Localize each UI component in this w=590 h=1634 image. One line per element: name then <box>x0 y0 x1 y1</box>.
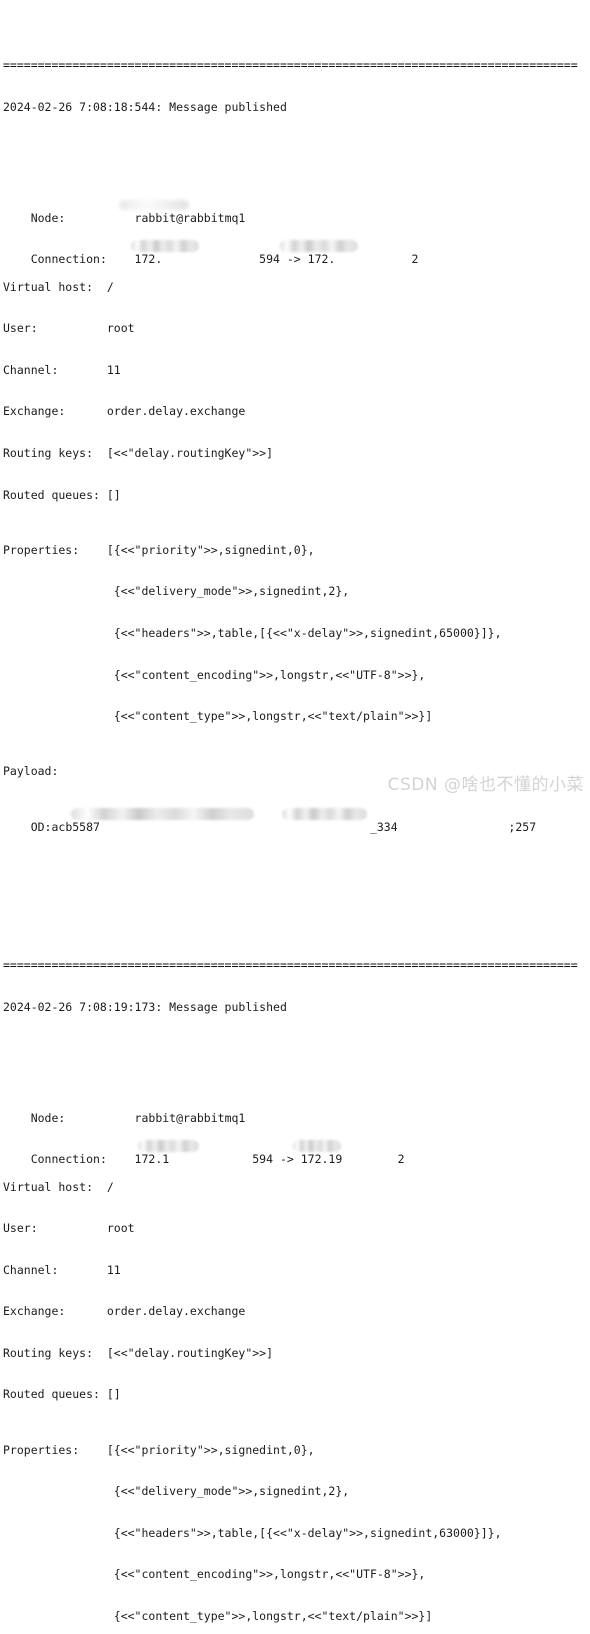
redaction-block <box>293 1140 341 1153</box>
payload-text: OD:acb5587 _334 ;257 <box>30 819 537 834</box>
properties-entry: {<<"content_encoding">>,longstr,<<"UTF-8… <box>3 667 426 682</box>
block-timestamp-header: 2024-02-26 7:08:18:544: Message publishe… <box>3 99 287 114</box>
field-virtual-host: Virtual host: / <box>3 1179 114 1194</box>
field-exchange: Exchange: order.delay.exchange <box>3 1304 246 1319</box>
redaction-block <box>71 807 254 820</box>
field-properties: Properties: [{<<"priority">>,signedint,0… <box>3 542 315 557</box>
field-node-text: Node: rabbit@rabbitmq1 <box>30 1110 246 1125</box>
field-routing-keys: Routing keys: [<<"delay.routingKey">>] <box>3 1345 274 1360</box>
field-node: Node: rabbit@rabbitmq1 <box>3 1098 587 1125</box>
field-connection-text: Connection: 172. 594 -> 172. 2 <box>30 252 419 267</box>
field-connection: Connection: 172. 594 -> 172. 2 <box>3 239 587 266</box>
redaction-block <box>131 240 199 253</box>
field-user: User: root <box>3 321 135 336</box>
field-channel: Channel: 11 <box>3 362 121 377</box>
properties-entry: {<<"delivery_mode">>,signedint,2}, <box>3 584 350 599</box>
field-routing-keys: Routing keys: [<<"delay.routingKey">>] <box>3 446 274 460</box>
block-timestamp-header: 2024-02-26 7:08:19:173: Message publishe… <box>3 999 287 1014</box>
field-properties: Properties: [{<<"priority">>,signedint,0… <box>3 1442 315 1457</box>
field-virtual-host: Virtual host: / <box>3 279 114 294</box>
field-channel: Channel: 11 <box>3 1262 121 1277</box>
block-separator: ========================================… <box>3 58 578 73</box>
redaction-block <box>138 1140 199 1153</box>
payload-value: OD:acb5587 _334 ;257 <box>3 807 587 834</box>
properties-entry: {<<"delivery_mode">>,signedint,2}, <box>3 1484 350 1499</box>
payload-label: Payload: <box>3 764 59 779</box>
properties-entry: {<<"content_type">>,longstr,<<"text/plai… <box>3 709 433 724</box>
field-node: Node: rabbit@rabbitmq1 <box>3 198 587 225</box>
field-user: User: root <box>3 1221 135 1236</box>
field-routed-queues: Routed queues: [] <box>3 487 121 502</box>
field-connection-text: Connection: 172.1 594 -> 172.19 2 <box>30 1152 405 1167</box>
message-trace-log: ========================================… <box>3 4 587 1634</box>
properties-entry: {<<"content_type">>,longstr,<<"text/plai… <box>3 1608 433 1623</box>
field-node-text: Node: rabbit@rabbitmq1 <box>30 210 246 225</box>
properties-entry: {<<"headers">>,table,[{<<"x-delay">>,sig… <box>3 625 502 640</box>
properties-entry: {<<"content_encoding">>,longstr,<<"UTF-8… <box>3 1567 426 1582</box>
field-exchange: Exchange: order.delay.exchange <box>3 404 246 419</box>
redaction-block <box>280 240 358 253</box>
field-connection: Connection: 172.1 594 -> 172.19 2 <box>3 1139 587 1166</box>
field-routed-queues: Routed queues: [] <box>3 1387 121 1402</box>
properties-entry: {<<"headers">>,table,[{<<"x-delay">>,sig… <box>3 1525 502 1540</box>
redaction-block <box>119 199 189 210</box>
block-separator: ========================================… <box>3 958 578 973</box>
redaction-block <box>282 807 367 820</box>
